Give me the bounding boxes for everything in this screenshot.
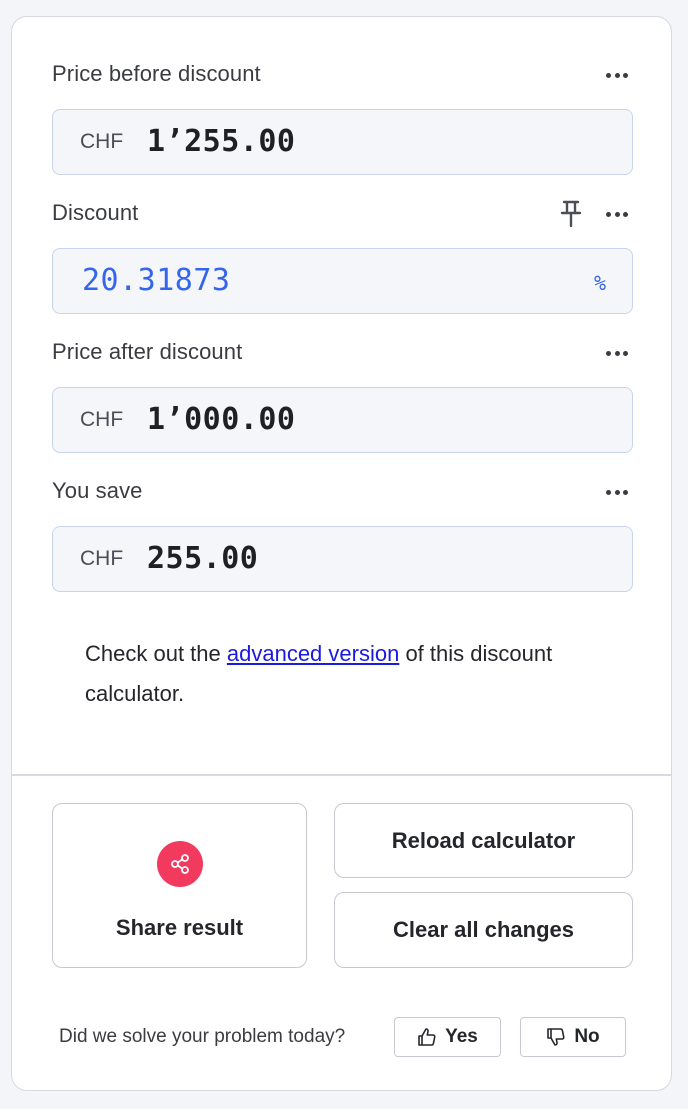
clear-all-changes-button[interactable]: Clear all changes — [334, 892, 633, 968]
field-label: Discount — [52, 200, 139, 225]
field-label: Price after discount — [52, 339, 243, 364]
reload-label: Reload calculator — [391, 827, 576, 853]
input-value[interactable]: 1’000.00 — [147, 402, 296, 437]
discount-input[interactable]: 20.31873 % — [52, 248, 633, 314]
feedback-question: Did we solve your problem today? — [59, 1026, 346, 1047]
field-price-after: Price after discount CHF 1’000.00 — [52, 339, 633, 453]
reload-calculator-button[interactable]: Reload calculator — [334, 803, 633, 878]
unit-label: % — [593, 271, 606, 295]
divider — [12, 774, 671, 776]
share-result-button[interactable]: Share result — [52, 803, 307, 968]
calculator-card: Price before discount CHF 1’255.00 Disco… — [11, 16, 672, 1091]
more-options-icon[interactable] — [605, 482, 629, 502]
field-label: Price before discount — [52, 61, 261, 86]
field-label: You save — [52, 478, 143, 503]
price-before-input[interactable]: CHF 1’255.00 — [52, 109, 633, 175]
more-options-icon[interactable] — [605, 204, 629, 224]
no-label: No — [574, 1026, 600, 1047]
advanced-version-link[interactable]: advanced version — [227, 641, 399, 666]
currency-label: CHF — [80, 408, 124, 431]
currency-label: CHF — [80, 547, 124, 570]
feedback-no-button[interactable]: No — [520, 1017, 626, 1057]
pin-icon[interactable] — [559, 198, 583, 228]
advanced-version-note: Check out the advanced version of this d… — [85, 641, 553, 706]
field-you-save: You save CHF 255.00 — [52, 478, 633, 592]
input-value[interactable]: 20.31873 — [82, 263, 231, 298]
feedback-yes-button[interactable]: Yes — [394, 1017, 501, 1057]
currency-label: CHF — [80, 130, 124, 153]
clear-label: Clear all changes — [393, 917, 574, 942]
thumbs-up-icon — [418, 1028, 436, 1046]
field-price-before: Price before discount CHF 1’255.00 — [52, 61, 633, 175]
more-options-icon[interactable] — [605, 343, 629, 363]
input-value[interactable]: 255.00 — [147, 541, 258, 576]
yes-label: Yes — [445, 1026, 478, 1047]
share-result-label: Share result — [115, 914, 244, 940]
field-discount: Discount 20.31873 % — [52, 198, 633, 314]
share-icon — [156, 840, 203, 887]
you-save-input[interactable]: CHF 255.00 — [52, 526, 633, 592]
thumbs-down-icon — [547, 1028, 565, 1046]
input-value[interactable]: 1’255.00 — [147, 124, 296, 159]
price-after-input[interactable]: CHF 1’000.00 — [52, 387, 633, 453]
more-options-icon[interactable] — [605, 65, 629, 85]
